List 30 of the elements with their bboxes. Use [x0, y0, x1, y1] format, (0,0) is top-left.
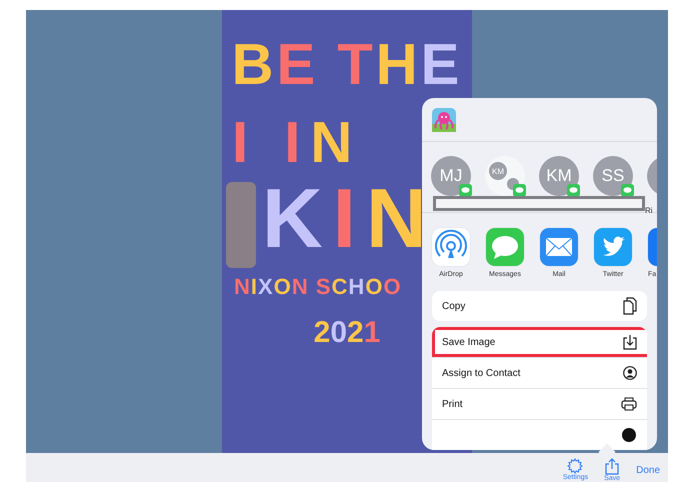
airdrop-icon[interactable]: [432, 228, 470, 266]
contact-name: Ri: [645, 206, 653, 216]
action-row[interactable]: Print: [432, 388, 647, 419]
poster-text: NIXON SCHOO: [234, 276, 402, 298]
action-row[interactable]: Assign to Contact: [432, 357, 647, 388]
message-badge-icon: [459, 184, 472, 198]
save-icon: [623, 334, 637, 350]
poster-text: 2021: [314, 318, 380, 348]
action-row[interactable]: Copy: [432, 291, 647, 321]
poster-text: BE THE: [232, 36, 462, 94]
app-icon: [432, 108, 456, 132]
printer-icon: [621, 397, 637, 411]
message-badge-icon: [621, 184, 634, 198]
speech-bubble-icon[interactable]: [486, 228, 524, 266]
envelope-icon[interactable]: [540, 228, 578, 266]
contact-avatar[interactable]: SS: [593, 156, 633, 196]
message-badge-icon: [513, 184, 526, 198]
avatar-initials: KM: [489, 162, 507, 180]
share-icon: [605, 458, 620, 475]
bird-icon[interactable]: [594, 228, 632, 266]
person-icon: [623, 366, 637, 380]
circle-icon: [621, 427, 637, 443]
action-row[interactable]: Save Image: [432, 327, 647, 357]
contact-avatar[interactable]: KM: [539, 156, 579, 196]
contact-avatar[interactable]: MJ: [431, 156, 471, 196]
done-button[interactable]: Done: [636, 453, 660, 476]
group-avatar[interactable]: KM: [485, 156, 525, 196]
gear-icon: [567, 458, 584, 474]
copy-icon: [623, 297, 637, 315]
message-badge-icon: [567, 184, 580, 198]
